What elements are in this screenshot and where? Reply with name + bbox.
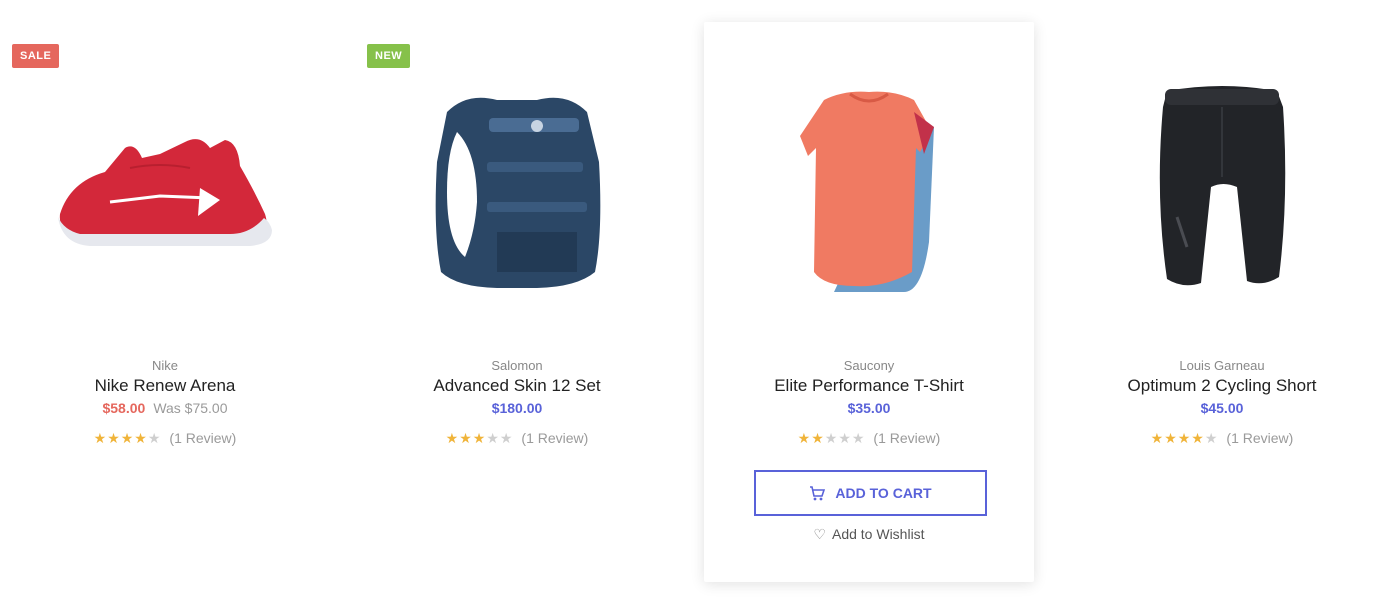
product-price: $45.00 — [1200, 400, 1244, 416]
product-rating: ★★★★★ (1 Review) — [0, 430, 330, 447]
product-image[interactable] — [1057, 67, 1387, 317]
heart-icon: ♡ — [813, 526, 826, 542]
product-name[interactable]: Optimum 2 Cycling Short — [1057, 376, 1387, 396]
star-empty-icon: ★ — [1204, 430, 1219, 446]
hydration-vest-icon — [435, 97, 601, 288]
star-icon: ★★★ — [445, 430, 487, 446]
product-card[interactable]: NEW Salomon Advanced Skin 12 Set $180.00… — [352, 22, 682, 582]
product-price: $35.00 — [847, 400, 891, 416]
review-count[interactable]: (1 Review) — [873, 430, 940, 446]
add-to-wishlist-link[interactable]: ♡ Add to Wishlist — [704, 526, 1034, 543]
product-card[interactable]: Saucony Elite Performance T-Shirt $35.00… — [704, 22, 1034, 582]
star-icon: ★★ — [797, 430, 825, 446]
product-prices: $35.00 — [704, 400, 1034, 416]
red-sneaker-icon — [58, 139, 272, 246]
product-card[interactable]: SALE Nike Nike Renew Arena $58.00 Was $75… — [0, 22, 330, 582]
product-name[interactable]: Elite Performance T-Shirt — [704, 376, 1034, 396]
review-count[interactable]: (1 Review) — [521, 430, 588, 446]
star-empty-icon: ★★ — [486, 430, 514, 446]
product-grid: SALE Nike Nike Renew Arena $58.00 Was $75… — [0, 0, 1399, 600]
product-image[interactable] — [352, 67, 682, 317]
star-empty-icon: ★ — [147, 430, 162, 446]
product-rating: ★★★★★ (1 Review) — [352, 430, 682, 447]
review-count[interactable]: (1 Review) — [169, 430, 236, 446]
product-brand: Nike — [151, 358, 178, 373]
review-count[interactable]: (1 Review) — [1226, 430, 1293, 446]
cart-icon — [810, 486, 826, 501]
new-badge: NEW — [367, 44, 411, 68]
product-rating: ★★★★★ (1 Review) — [704, 430, 1034, 447]
product-name[interactable]: Advanced Skin 12 Set — [352, 376, 682, 396]
star-empty-icon: ★★★ — [824, 430, 866, 446]
product-image[interactable] — [0, 67, 330, 317]
product-brand: Louis Garneau — [1179, 358, 1265, 373]
star-icon: ★★★★ — [93, 430, 148, 446]
product-card[interactable]: Louis Garneau Optimum 2 Cycling Short $4… — [1057, 22, 1387, 582]
product-brand: Saucony — [843, 358, 895, 373]
sale-badge: SALE — [12, 44, 60, 68]
product-price: $58.00 — [102, 400, 146, 416]
old-price: Was $75.00 — [153, 400, 228, 416]
product-prices: $45.00 — [1057, 400, 1387, 416]
product-image[interactable] — [704, 67, 1034, 317]
product-prices: $58.00 Was $75.00 — [0, 400, 330, 416]
add-to-cart-label: ADD TO CART — [835, 485, 932, 501]
wishlist-label: Add to Wishlist — [831, 526, 925, 542]
product-name[interactable]: Nike Renew Arena — [0, 376, 330, 396]
product-rating: ★★★★★ (1 Review) — [1057, 430, 1387, 447]
add-to-cart-button[interactable]: ADD TO CART — [754, 470, 987, 516]
product-brand: Salomon — [491, 358, 543, 373]
product-prices: $180.00 — [352, 400, 682, 416]
cycling-short-icon — [1159, 86, 1286, 286]
tshirt-icon — [800, 91, 934, 292]
product-price: $180.00 — [491, 400, 543, 416]
star-icon: ★★★★ — [1150, 430, 1205, 446]
